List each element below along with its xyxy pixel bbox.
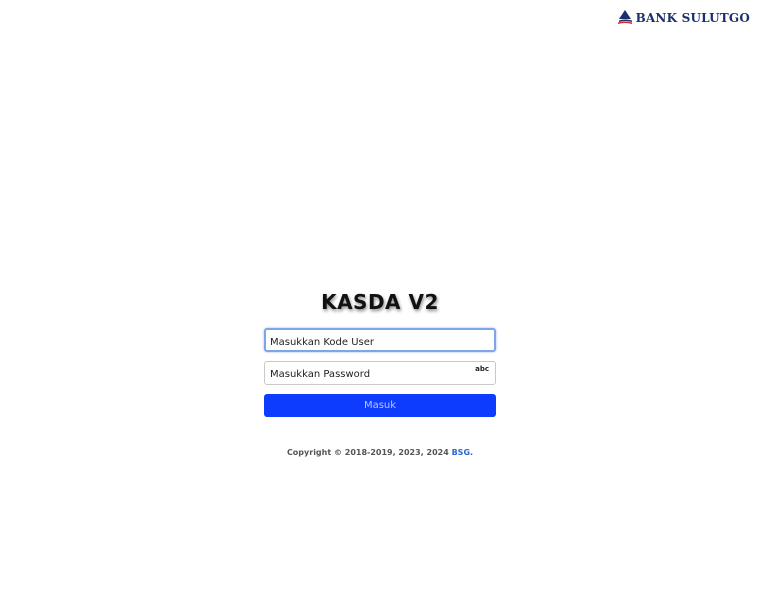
user-code-input[interactable]	[266, 332, 494, 353]
keyboard-abc-icon: abc	[475, 365, 489, 373]
login-button[interactable]: Masuk	[264, 394, 496, 417]
bank-sulutgo-logo-icon	[617, 10, 633, 25]
brand-header: BANK SULUTGO	[617, 10, 750, 25]
copyright-footer: Copyright © 2018-2019, 2023, 2024 BSG.	[264, 448, 496, 457]
user-code-field-wrapper	[264, 328, 496, 353]
password-input[interactable]	[265, 363, 495, 386]
copyright-text: Copyright © 2018-2019, 2023, 2024	[286, 448, 452, 457]
brand-name: BANK SULUTGO	[635, 10, 750, 25]
login-page: BANK SULUTGO KASDA V2 abc Masuk Copyrigh…	[0, 0, 760, 600]
login-form: KASDA V2 abc Masuk Copyright © 2018-2019…	[264, 288, 496, 457]
app-title: KASDA V2	[321, 290, 439, 314]
copyright-suffix: .	[470, 448, 474, 457]
company-link[interactable]: BSG	[452, 448, 470, 457]
password-field-wrapper: abc	[264, 361, 496, 386]
